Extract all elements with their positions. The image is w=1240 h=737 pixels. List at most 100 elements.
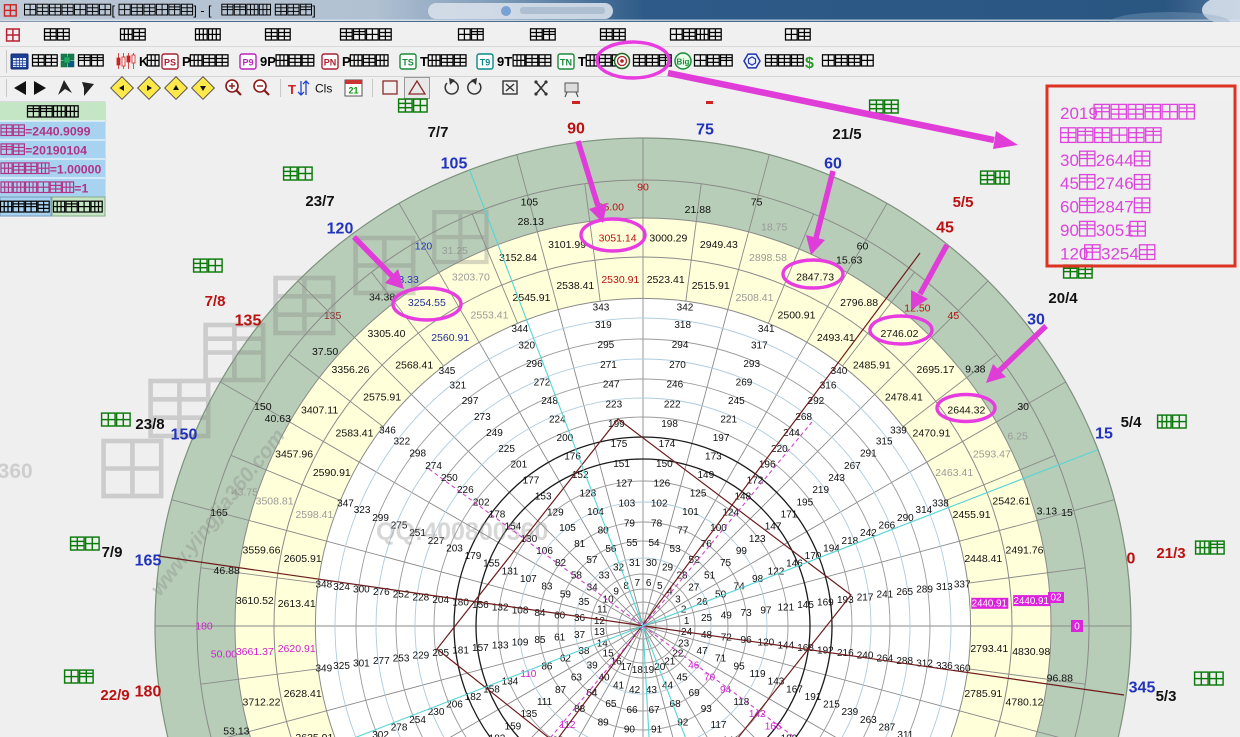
svg-text:195: 195: [796, 497, 813, 508]
svg-text:34: 34: [587, 583, 599, 594]
svg-text:315: 315: [876, 436, 893, 447]
svg-text:145: 145: [797, 600, 814, 611]
svg-text:80: 80: [598, 525, 610, 536]
svg-text:109: 109: [512, 638, 529, 649]
svg-text:51: 51: [704, 570, 716, 581]
svg-text:225: 225: [498, 444, 515, 455]
svg-text:3559.66: 3559.66: [243, 545, 281, 557]
svg-text:272: 272: [534, 378, 551, 389]
svg-text:99: 99: [736, 546, 748, 557]
svg-text:157: 157: [472, 643, 489, 654]
svg-text:75: 75: [696, 122, 714, 139]
svg-text:30: 30: [1060, 151, 1079, 170]
svg-text:61: 61: [554, 633, 566, 644]
svg-text:345: 345: [1129, 680, 1156, 697]
svg-text:226: 226: [457, 485, 474, 496]
svg-text:105: 105: [559, 523, 576, 534]
svg-text:271: 271: [600, 360, 617, 371]
svg-text:2515.91: 2515.91: [692, 280, 730, 292]
svg-text:274: 274: [425, 461, 442, 472]
svg-text:15: 15: [1061, 507, 1073, 519]
svg-text:3.13: 3.13: [1037, 505, 1058, 517]
svg-text:347: 347: [337, 498, 354, 509]
svg-text:323: 323: [354, 505, 371, 516]
svg-text:270: 270: [669, 360, 686, 371]
svg-text:2793.41: 2793.41: [970, 643, 1008, 655]
svg-text:215: 215: [823, 700, 840, 711]
svg-text:345: 345: [439, 366, 456, 377]
svg-text:67: 67: [648, 705, 660, 716]
svg-text:2523.41: 2523.41: [647, 274, 685, 286]
svg-text:153: 153: [535, 491, 552, 502]
svg-text:T: T: [420, 54, 428, 69]
svg-text:302: 302: [372, 730, 389, 737]
svg-text:2530.91: 2530.91: [601, 274, 639, 286]
svg-text:T: T: [288, 82, 296, 97]
svg-text:289: 289: [916, 584, 933, 595]
svg-text:321: 321: [450, 380, 467, 391]
svg-text:313: 313: [936, 582, 953, 593]
svg-text:63: 63: [571, 673, 583, 684]
svg-text:179: 179: [465, 551, 482, 562]
svg-text:59: 59: [560, 589, 572, 600]
svg-text:127: 127: [616, 479, 633, 490]
svg-text:173: 173: [705, 452, 722, 463]
svg-text:171: 171: [781, 510, 798, 521]
svg-text:183: 183: [489, 734, 506, 737]
svg-text:105: 105: [521, 197, 539, 209]
svg-text:5/4: 5/4: [1121, 414, 1143, 431]
svg-text:45: 45: [1060, 174, 1079, 193]
svg-text:3203.70: 3203.70: [452, 272, 490, 284]
svg-text:243: 243: [828, 473, 845, 484]
svg-text:35: 35: [578, 597, 590, 608]
svg-text:66: 66: [626, 705, 638, 716]
svg-text:346: 346: [379, 426, 396, 437]
svg-text:89: 89: [598, 718, 610, 729]
svg-text:150: 150: [254, 401, 272, 413]
svg-text:75: 75: [751, 197, 763, 209]
svg-text:45: 45: [676, 672, 688, 683]
svg-text:246: 246: [666, 380, 683, 391]
svg-text:312: 312: [916, 659, 933, 670]
svg-text:100: 100: [710, 523, 727, 534]
svg-text:2019: 2019: [1060, 104, 1098, 123]
svg-text:2508.41: 2508.41: [736, 292, 774, 304]
svg-text:83: 83: [541, 582, 553, 593]
svg-text:02: 02: [1050, 593, 1062, 604]
svg-text:P: P: [182, 54, 191, 69]
svg-text:169: 169: [817, 598, 834, 609]
svg-text:131: 131: [502, 566, 519, 577]
svg-text:50: 50: [715, 589, 727, 600]
svg-text:311: 311: [897, 730, 913, 737]
svg-text:9T: 9T: [497, 54, 512, 69]
svg-text:2491.76: 2491.76: [1006, 545, 1044, 557]
svg-text:319: 319: [595, 320, 612, 331]
svg-text:241: 241: [877, 590, 894, 601]
svg-text:PS: PS: [164, 58, 176, 68]
svg-text:278: 278: [391, 723, 408, 734]
svg-text:155: 155: [483, 559, 500, 570]
svg-text:2746.02: 2746.02: [881, 328, 919, 340]
svg-text:21: 21: [348, 86, 358, 96]
svg-text:45: 45: [936, 220, 954, 237]
svg-text:2847.73: 2847.73: [796, 272, 834, 284]
svg-text:31: 31: [629, 558, 641, 569]
svg-text:28.13: 28.13: [518, 216, 544, 228]
svg-text:[: [: [112, 4, 116, 18]
svg-text:18: 18: [632, 665, 644, 676]
svg-text:111: 111: [537, 697, 553, 708]
svg-text:]: ]: [312, 4, 315, 18]
svg-text:3101.99: 3101.99: [548, 239, 586, 251]
svg-text:3305.40: 3305.40: [368, 328, 406, 340]
svg-text:240: 240: [857, 651, 874, 662]
svg-text:2949.43: 2949.43: [700, 239, 738, 251]
svg-text:266: 266: [879, 521, 896, 532]
svg-text:2470.91: 2470.91: [913, 428, 951, 440]
svg-text:337: 337: [954, 580, 971, 591]
svg-text:190: 190: [781, 734, 798, 737]
svg-text:42: 42: [629, 685, 641, 696]
svg-text:22/9: 22/9: [100, 687, 129, 704]
svg-text:318: 318: [674, 320, 691, 331]
svg-text:23: 23: [678, 638, 690, 649]
svg-text:193: 193: [837, 595, 854, 606]
